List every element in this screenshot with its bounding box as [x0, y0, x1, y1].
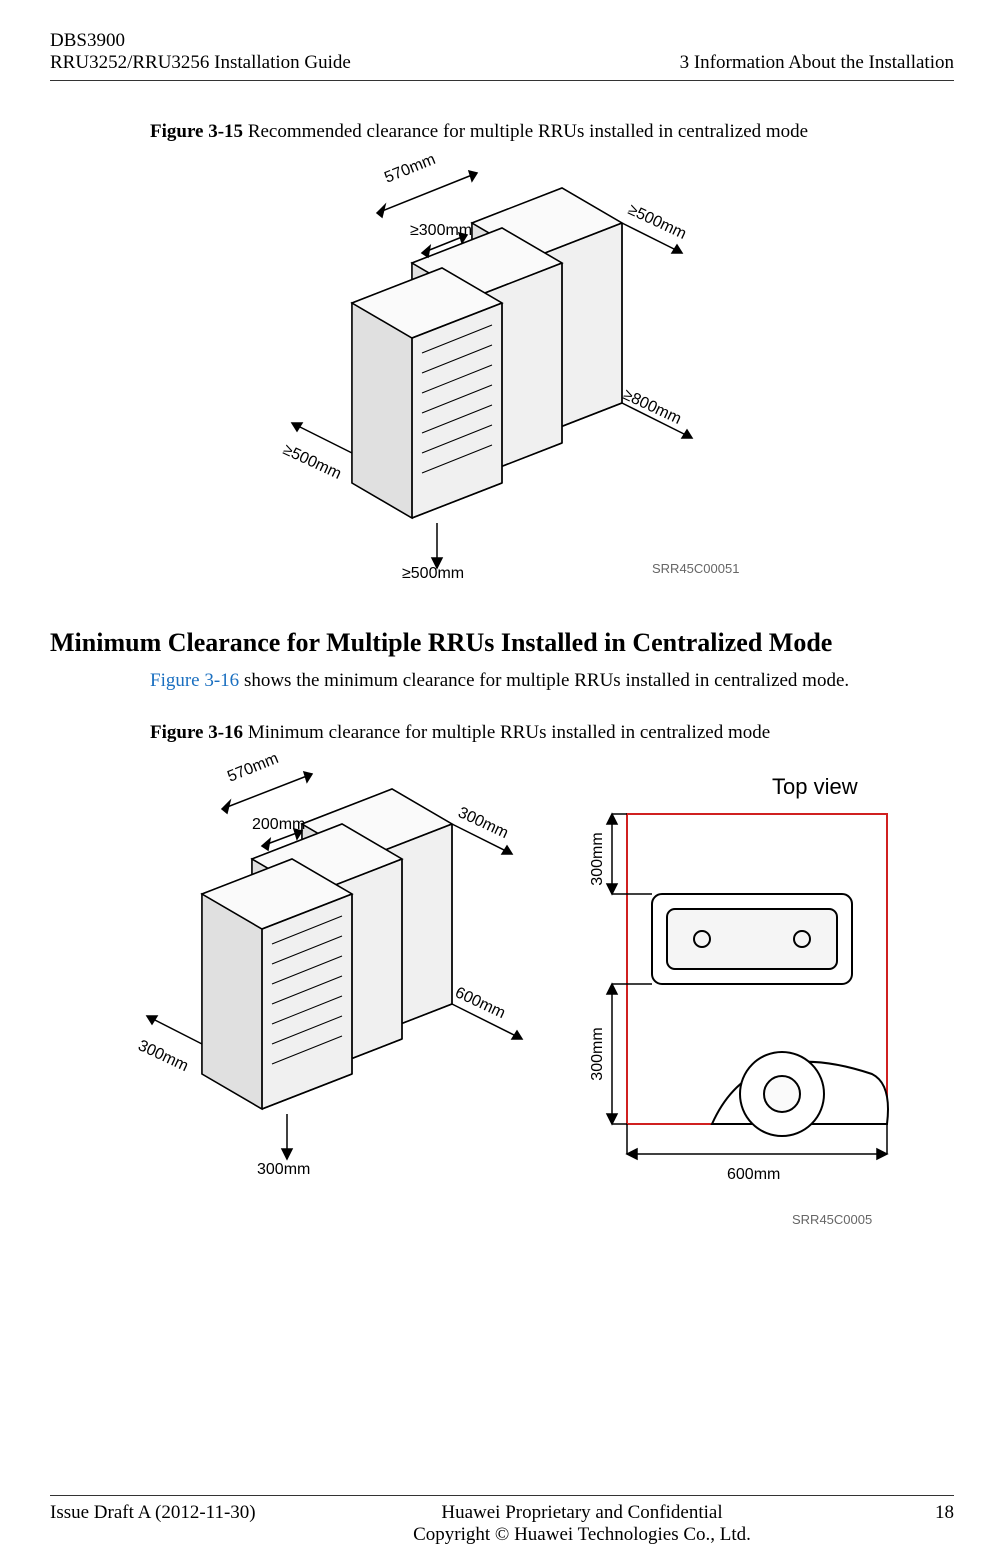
dim-ge300: ≥300mm [410, 222, 472, 239]
doc-model: DBS3900 [50, 30, 351, 52]
figure-code: SRR45C00051 [652, 561, 739, 576]
footer-page-number: 18 [894, 1502, 954, 1546]
figure-label: Figure 3-15 [150, 121, 243, 142]
top-view-label: Top view [772, 774, 858, 799]
section-heading: Minimum Clearance for Multiple RRUs Inst… [50, 628, 954, 658]
page-footer: Issue Draft A (2012-11-30) Huawei Propri… [50, 1495, 954, 1546]
doc-title: RRU3252/RRU3256 Installation Guide [50, 52, 351, 74]
figure-3-16-caption: Figure 3-16 Minimum clearance for multip… [150, 722, 954, 744]
dim-right-bottom: 600mm [452, 984, 508, 1022]
dim-left: ≥500mm [280, 441, 344, 483]
figure-caption-text: Recommended clearance for multiple RRUs … [243, 121, 808, 142]
dim-570: 570mm [225, 754, 281, 786]
footer-issue: Issue Draft A (2012-11-30) [50, 1502, 270, 1546]
body-paragraph: Figure 3-16 shows the minimum clearance … [150, 670, 954, 692]
tv-300-bottom: 300mm [589, 1027, 606, 1080]
dim-right-top: 300mm [455, 804, 511, 842]
body-after-link: shows the minimum clearance for multiple… [239, 670, 849, 691]
chapter-title: 3 Information About the Installation [680, 52, 954, 74]
dim-570: 570mm [382, 153, 438, 187]
page-header: DBS3900 RRU3252/RRU3256 Installation Gui… [50, 30, 954, 81]
figure-3-15: 570mm ≥300mm ≥500mm ≥800mm ≥500mm ≥500mm… [50, 153, 954, 588]
footer-copyright: Copyright © Huawei Technologies Co., Ltd… [270, 1524, 894, 1546]
figure-caption-text: Minimum clearance for multiple RRUs inst… [243, 722, 770, 743]
tv-300-top: 300mm [589, 832, 606, 885]
dim-right-top: ≥500mm [625, 201, 689, 243]
dim-bottom: ≥500mm [402, 565, 464, 582]
footer-confidential: Huawei Proprietary and Confidential [270, 1502, 894, 1524]
dim-200: 200mm [252, 816, 305, 833]
figure-3-15-caption: Figure 3-15 Recommended clearance for mu… [150, 121, 954, 143]
figure-3-16: 570mm 200mm 300mm 600mm 300mm 300mm Top … [50, 754, 954, 1239]
figure-3-16-link[interactable]: Figure 3-16 [150, 670, 239, 691]
dim-left: 300mm [135, 1037, 191, 1075]
figure-code: SRR45C0005 [792, 1212, 872, 1227]
figure-label: Figure 3-16 [150, 722, 243, 743]
tv-600: 600mm [727, 1166, 780, 1183]
dim-bottom: 300mm [257, 1161, 310, 1178]
